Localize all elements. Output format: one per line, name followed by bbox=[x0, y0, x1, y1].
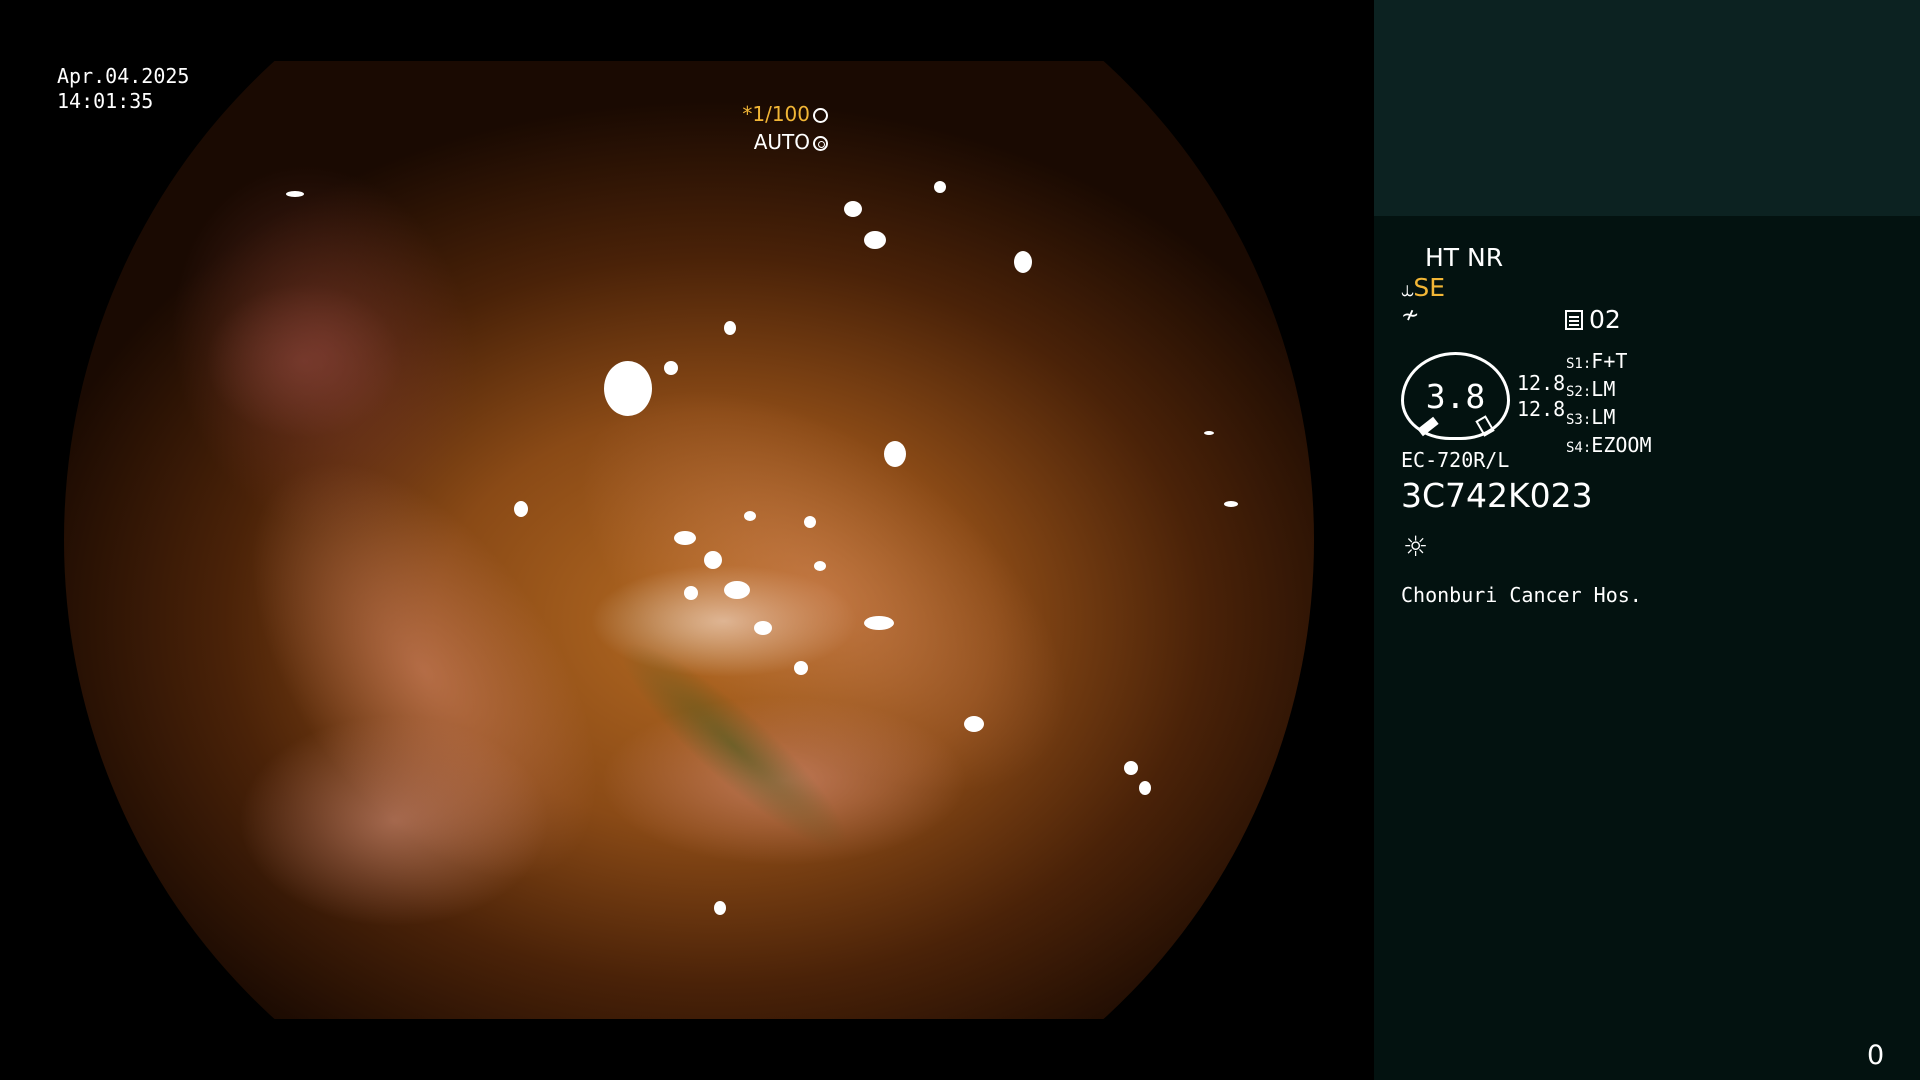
scope-tip-icon: ⥿ bbox=[1401, 277, 1414, 302]
structure-mode: SE bbox=[1413, 273, 1446, 302]
freeze-icon: ≁ bbox=[1401, 303, 1420, 328]
info-side-panel: HT NR ⥿SE ≁ 02 3.8 12.8 12.8 S1:F+T S2:L… bbox=[1374, 0, 1920, 1080]
switch-setting: S1:F+T bbox=[1566, 349, 1652, 377]
image-counter: 0 bbox=[1867, 1040, 1885, 1071]
switch-slot: S1: bbox=[1566, 356, 1592, 372]
switch-setting: S4:EZOOM bbox=[1566, 433, 1652, 461]
timestamp: Apr.04.2025 14:01:35 bbox=[57, 64, 189, 114]
gauge-readings: 12.8 12.8 bbox=[1517, 370, 1565, 422]
hospital-name: Chonburi Cancer Hos. bbox=[1401, 583, 1642, 607]
switch-value: LM bbox=[1591, 377, 1616, 401]
exposure-panel: *1/100 AUTO bbox=[742, 100, 828, 156]
switch-setting: S2:LM bbox=[1566, 377, 1652, 405]
switch-setting: S3:LM bbox=[1566, 405, 1652, 433]
switch-settings: S1:F+T S2:LM S3:LM S4:EZOOM bbox=[1566, 349, 1652, 461]
zoom-gauge: 3.8 bbox=[1401, 352, 1510, 440]
time-text: 14:01:35 bbox=[57, 89, 154, 113]
date-text: Apr.04.2025 bbox=[57, 64, 190, 88]
gauge-notch bbox=[1475, 415, 1495, 437]
switch-value: F+T bbox=[1591, 349, 1628, 373]
gauge-needle bbox=[1417, 416, 1439, 437]
reading-2: 12.8 bbox=[1517, 397, 1566, 421]
iris-icon bbox=[813, 136, 828, 151]
reading-1: 12.8 bbox=[1517, 371, 1566, 395]
switch-value: EZOOM bbox=[1591, 433, 1652, 457]
endoscopic-image bbox=[64, 61, 1314, 1019]
enhancement-label: HT NR bbox=[1425, 243, 1504, 272]
iris-mode: AUTO bbox=[753, 130, 810, 154]
memory-row: 02 bbox=[1565, 305, 1621, 334]
structure-mode-row: ⥿SE bbox=[1401, 273, 1445, 302]
switch-slot: S2: bbox=[1566, 384, 1592, 400]
light-source-icon: ☼ bbox=[1403, 530, 1429, 563]
shutter-speed: *1/100 bbox=[742, 102, 810, 126]
switch-slot: S4: bbox=[1566, 440, 1592, 456]
shutter-row: *1/100 bbox=[742, 100, 828, 128]
serial-number: 3C742K023 bbox=[1401, 476, 1593, 515]
memory-number: 02 bbox=[1589, 305, 1621, 334]
iris-row: AUTO bbox=[742, 128, 828, 156]
endoscope-video-area: Apr.04.2025 14:01:35 *1/100 AUTO bbox=[0, 0, 1374, 1080]
scope-model: EC-720R/L bbox=[1401, 448, 1510, 472]
aperture-icon bbox=[813, 108, 828, 123]
zoom-value: 3.8 bbox=[1425, 377, 1486, 416]
switch-value: LM bbox=[1591, 405, 1616, 429]
memory-icon bbox=[1565, 310, 1583, 330]
side-panel-header bbox=[1374, 0, 1920, 216]
switch-slot: S3: bbox=[1566, 412, 1592, 428]
